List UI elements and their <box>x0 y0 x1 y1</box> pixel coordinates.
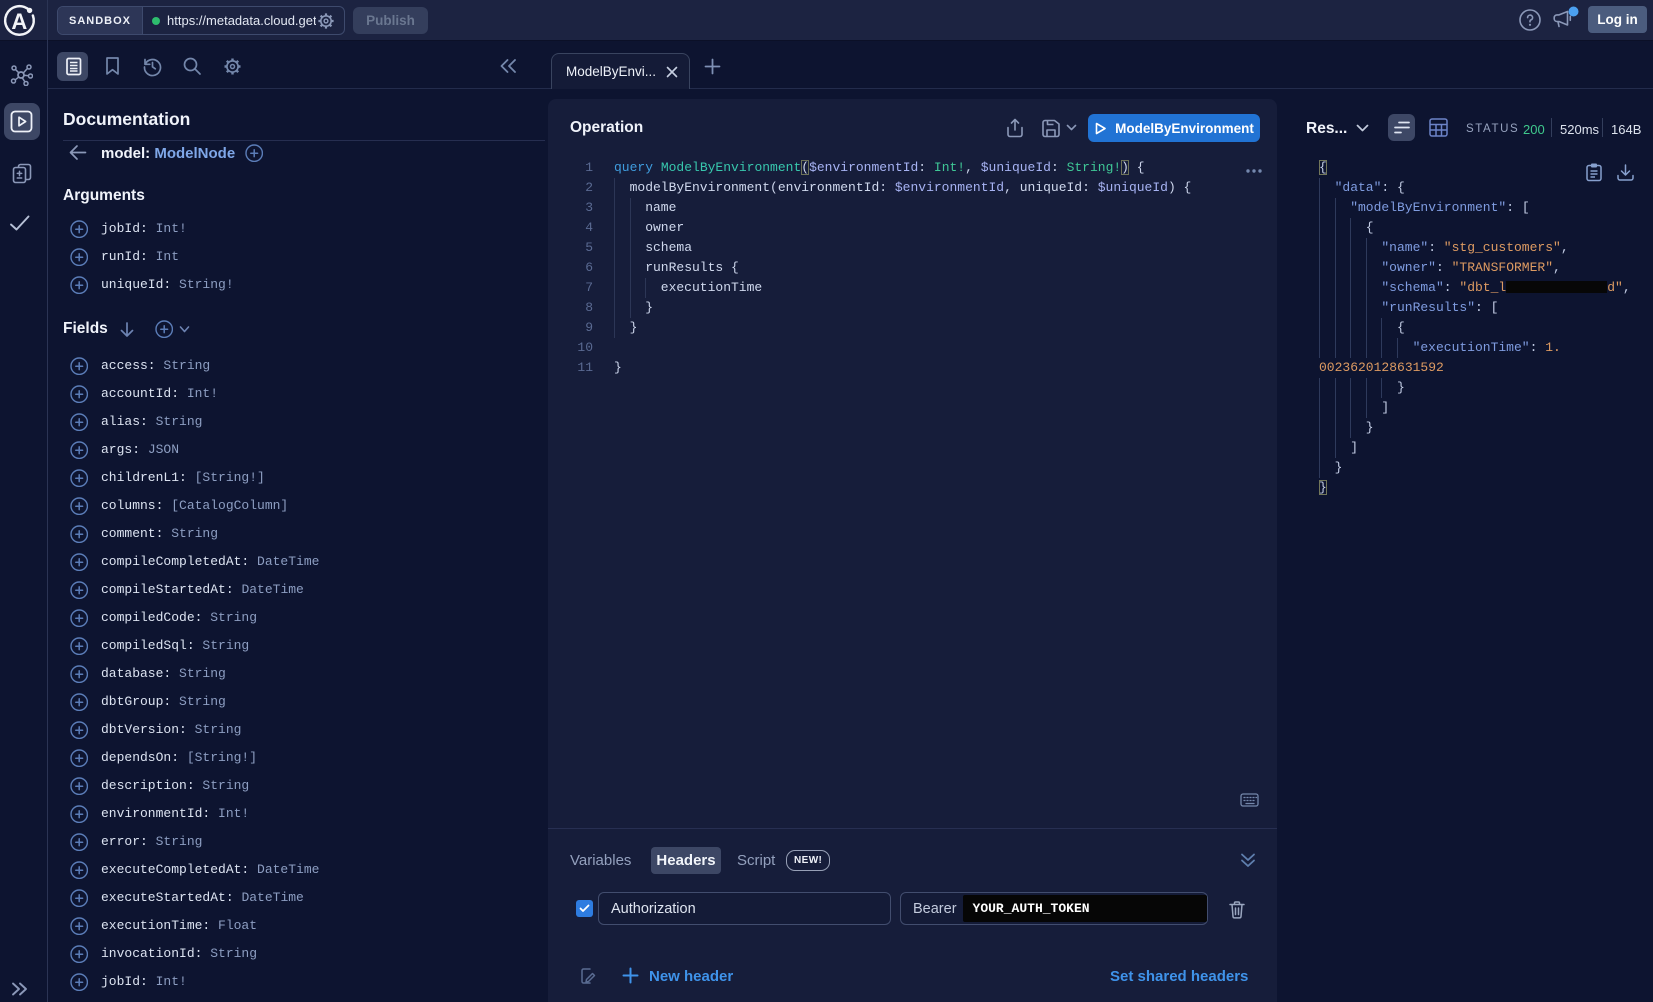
svg-text:A: A <box>11 9 27 34</box>
